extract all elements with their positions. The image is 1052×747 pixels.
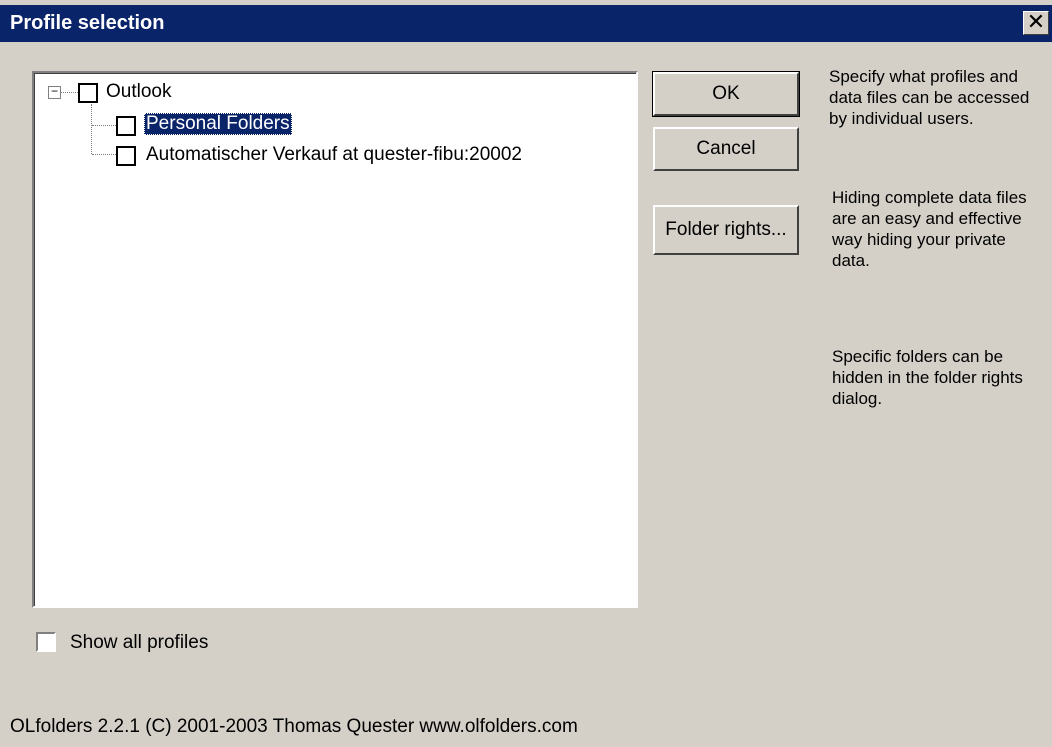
window-title: Profile selection [10, 12, 165, 34]
ok-button-label: OK [712, 83, 740, 104]
tree-connector [61, 92, 78, 94]
tree-node-exchange-mailbox[interactable]: Automatischer Verkauf at quester-fibu:20… [146, 144, 522, 166]
collapse-icon[interactable]: − [48, 85, 61, 99]
profile-tree[interactable]: − Outlook Personal Folders Automatischer… [32, 71, 638, 608]
help-text-hiding: Hiding complete data files are an easy a… [832, 188, 1027, 270]
tree-connector [91, 104, 93, 154]
copyright-footer: OLfolders 2.2.1 (C) 2001-2003 Thomas Que… [10, 716, 578, 737]
exchange-mailbox-checkbox[interactable] [116, 146, 136, 166]
personal-folders-checkbox[interactable] [116, 116, 136, 136]
cancel-button-label: Cancel [696, 138, 756, 159]
folder-rights-button[interactable]: Folder rights... [653, 205, 799, 255]
close-button[interactable]: ✕ [1023, 11, 1049, 35]
tree-node-outlook[interactable]: Outlook [106, 81, 171, 103]
folder-rights-button-label: Folder rights... [665, 219, 787, 240]
help-text-folders: Specific folders can be hidden in the fo… [832, 347, 1023, 408]
show-all-profiles-box[interactable] [36, 632, 56, 652]
help-text-profiles: Specify what profiles and data files can… [829, 67, 1030, 128]
cancel-button[interactable]: Cancel [653, 127, 799, 171]
tree-node-personal-folders[interactable]: Personal Folders [144, 113, 292, 135]
tree-connector [92, 154, 116, 156]
tree-connector [92, 125, 116, 127]
outlook-checkbox[interactable] [78, 83, 98, 103]
ok-button[interactable]: OK [652, 71, 800, 117]
show-all-profiles-label[interactable]: Show all profiles [70, 632, 208, 654]
title-bar: Profile selection ✕ [0, 0, 1052, 42]
close-icon: ✕ [1026, 9, 1046, 34]
